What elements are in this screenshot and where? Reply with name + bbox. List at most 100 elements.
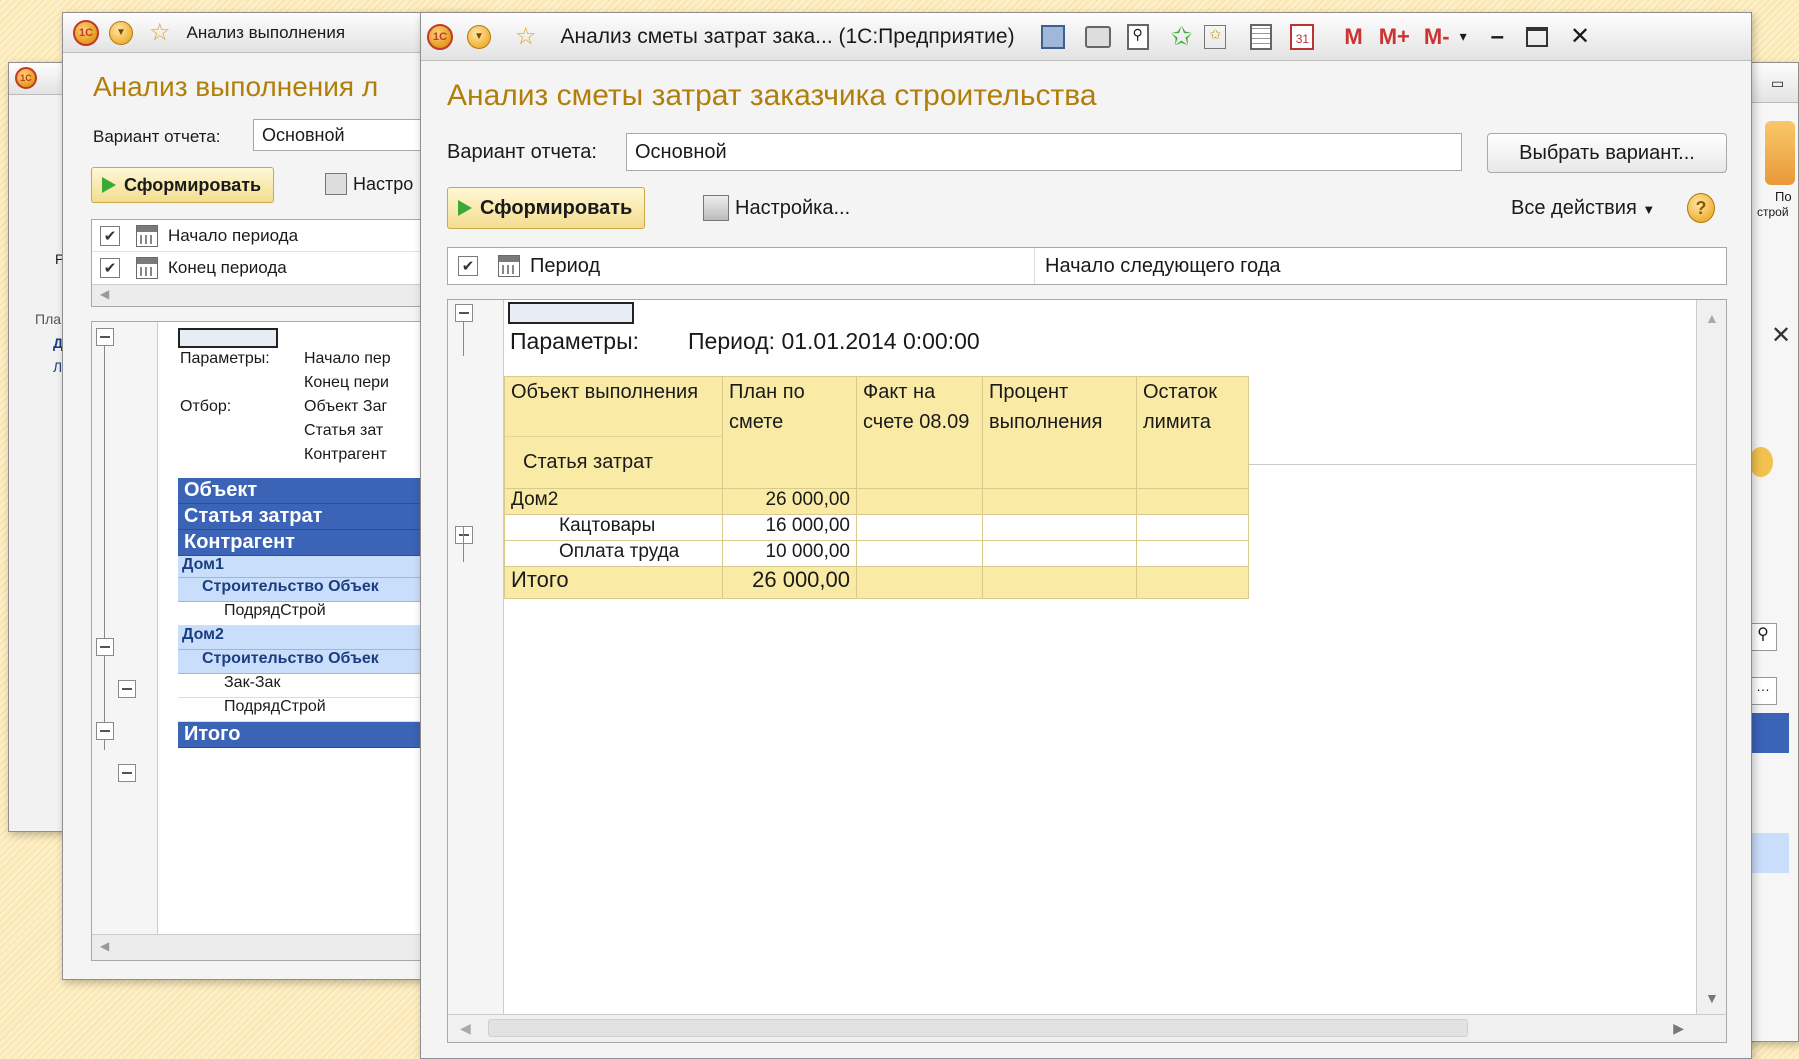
app-logo-icon: 1С <box>15 67 37 89</box>
main-menu-icon[interactable]: ▼ <box>467 24 491 49</box>
close-icon[interactable]: ✕ <box>1771 321 1791 350</box>
edge-label: По <box>1775 189 1792 204</box>
report-area: Параметры: Период: 01.01.2014 0:00:00 Об… <box>447 299 1727 1043</box>
row-text: ПодрядСтрой <box>224 698 326 715</box>
form-report-label: Сформировать <box>124 174 262 195</box>
help-icon[interactable] <box>1749 447 1773 477</box>
all-actions-menu[interactable]: Все действия ▼ <box>1511 197 1655 220</box>
calendar-icon[interactable]: 31 <box>1290 23 1315 50</box>
maximize-icon[interactable] <box>1525 26 1548 47</box>
params-line: Конец пери <box>304 374 389 391</box>
form-report-button[interactable]: Сформировать <box>91 167 275 203</box>
window-title: Анализ выполнения <box>186 22 346 42</box>
row-percent <box>982 540 1137 567</box>
variant-value: Основной <box>635 140 727 163</box>
variant-value: Основной <box>262 124 345 145</box>
restore-icon[interactable]: ▭ <box>1771 75 1784 92</box>
window-titlebar[interactable]: 1С ▼ ☆ Анализ выполнения <box>63 13 481 53</box>
scroll-right-icon[interactable]: ▶ <box>1673 1020 1684 1037</box>
dropdown-icon[interactable]: ▾ <box>1460 28 1467 45</box>
vertical-scrollbar[interactable]: ▲ ▼ <box>1696 300 1726 1016</box>
search-icon[interactable]: ⚲ <box>1749 623 1777 651</box>
save-icon[interactable] <box>1040 24 1065 49</box>
param-value[interactable]: Начало следующего года <box>1034 248 1281 284</box>
settings-button[interactable]: Настро <box>325 173 413 195</box>
collapse-icon[interactable] <box>96 328 114 346</box>
collapse-icon[interactable] <box>96 722 114 740</box>
help-button[interactable]: ? <box>1687 193 1715 223</box>
total-row[interactable]: Итого 26 000,00 <box>504 566 1249 599</box>
param-checkbox[interactable]: ✔ <box>458 256 478 276</box>
add-favorite-icon[interactable]: ✩ <box>1171 21 1193 52</box>
edge-label: Пла <box>35 311 62 327</box>
param-checkbox[interactable]: ✔ <box>100 258 120 278</box>
favorites-icon[interactable]: ✩ <box>1204 24 1227 49</box>
more-button[interactable]: … <box>1749 677 1777 705</box>
row-name: Оплата труда <box>504 540 723 567</box>
collapse-icon[interactable] <box>118 680 136 698</box>
scroll-thumb[interactable] <box>488 1019 1468 1037</box>
calculator-icon[interactable] <box>1250 23 1273 50</box>
col-header-cost-item: Статья затрат <box>504 436 723 489</box>
settings-label: Настро <box>353 173 414 194</box>
settings-icon <box>703 195 729 221</box>
variant-field[interactable]: Основной <box>626 133 1462 171</box>
params-line: Начало пер <box>304 350 391 367</box>
row-name: Кацтовары <box>504 514 723 541</box>
row-fact <box>856 488 983 515</box>
row-remaining <box>1136 488 1249 515</box>
col-header-object: Объект выполнения <box>504 376 723 437</box>
row-plan: 16 000,00 <box>722 514 857 541</box>
scroll-down-icon[interactable]: ▼ <box>1705 990 1719 1006</box>
horizontal-scrollbar[interactable]: ◀ ▶ <box>448 1014 1726 1042</box>
favorites-star-icon[interactable]: ☆ <box>149 20 171 45</box>
scroll-up-icon[interactable]: ▲ <box>1705 310 1719 326</box>
param-label: Период <box>530 254 601 277</box>
window-titlebar[interactable]: 1С ▼ ☆ Анализ сметы затрат зака... (1С:П… <box>421 13 1751 61</box>
memory-plus-button[interactable]: M+ <box>1379 24 1410 50</box>
row-plan: 26 000,00 <box>722 488 857 515</box>
param-checkbox[interactable]: ✔ <box>100 225 120 246</box>
collapse-icon[interactable] <box>118 764 136 782</box>
report-row-group[interactable]: Дом2 26 000,00 <box>504 488 1249 515</box>
close-icon[interactable]: ✕ <box>1570 22 1590 51</box>
collapse-icon[interactable] <box>455 526 473 544</box>
report-window-background[interactable]: 1С ▼ ☆ Анализ выполнения Анализ выполнен… <box>62 12 494 980</box>
memory-minus-button[interactable]: M- <box>1424 24 1450 50</box>
row-text: Дом1 <box>182 556 224 573</box>
report-row[interactable]: Кацтовары 16 000,00 <box>504 514 1249 541</box>
calendar-icon <box>136 257 158 279</box>
window-title: Анализ сметы затрат зака... (1С:Предприя… <box>560 24 1015 48</box>
report-row[interactable]: Оплата труда 10 000,00 <box>504 540 1249 567</box>
settings-button[interactable]: Настройка... <box>703 195 850 221</box>
filter-line: Объект Заг <box>304 398 388 415</box>
main-menu-icon[interactable]: ▼ <box>109 20 133 45</box>
memory-button[interactable]: M <box>1344 24 1362 50</box>
favorites-star-icon[interactable]: ☆ <box>515 24 537 49</box>
scroll-left-icon[interactable]: ◀ <box>100 939 109 953</box>
print-icon[interactable] <box>1084 25 1111 48</box>
collapse-icon[interactable] <box>96 638 114 656</box>
row-text: Зак-Зак <box>224 674 281 691</box>
variant-label: Вариант отчета: <box>93 127 221 146</box>
minimize-icon[interactable]: – <box>1491 23 1504 51</box>
choose-variant-label: Выбрать вариант... <box>1519 141 1695 164</box>
collapse-icon[interactable] <box>455 304 473 322</box>
play-icon <box>102 177 116 193</box>
help-label: ? <box>1695 198 1707 218</box>
choose-variant-button[interactable]: Выбрать вариант... <box>1487 133 1727 173</box>
row-name: Дом2 <box>504 488 723 515</box>
report-heading: Анализ сметы затрат заказчика строительс… <box>447 79 1097 112</box>
params-label: Параметры: <box>510 328 639 354</box>
report-heading: Анализ выполнения л <box>93 71 379 102</box>
calendar-icon <box>498 255 520 277</box>
scroll-left-icon[interactable]: ◀ <box>100 287 109 301</box>
chevron-down-icon: ▼ <box>1642 202 1656 217</box>
report-name-box <box>508 302 634 324</box>
edge-label: строй <box>1757 205 1789 219</box>
param-row[interactable]: ✔ Период Начало следующего года <box>447 247 1727 285</box>
form-report-button[interactable]: Сформировать <box>447 187 646 229</box>
scroll-left-icon[interactable]: ◀ <box>460 1020 471 1037</box>
report-window-main[interactable]: 1С ▼ ☆ Анализ сметы затрат зака... (1С:П… <box>420 12 1752 1059</box>
preview-icon[interactable]: ⚲ <box>1126 23 1149 50</box>
